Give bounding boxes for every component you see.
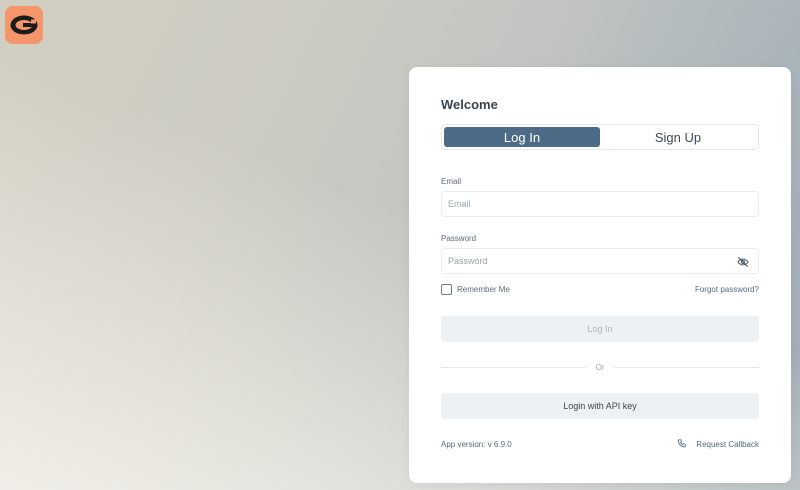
app-logo[interactable] (5, 6, 43, 44)
forgot-password-link[interactable]: Forgot password? (695, 285, 759, 294)
tab-log-in[interactable]: Log In (444, 127, 600, 147)
remember-me[interactable]: Remember Me (441, 284, 510, 295)
request-callback-link[interactable]: Request Callback (677, 439, 759, 449)
remember-me-checkbox[interactable] (441, 284, 452, 295)
password-label: Password (441, 234, 477, 243)
auth-tabs: Log In Sign Up (441, 124, 759, 150)
divider-line-left (441, 366, 586, 368)
email-field[interactable] (441, 191, 759, 217)
api-key-login-button[interactable]: Login with API key (441, 393, 759, 419)
request-callback-label: Request Callback (696, 439, 759, 449)
divider-line-right (614, 366, 760, 368)
card-title: Welcome (441, 97, 498, 112)
remember-me-label: Remember Me (457, 285, 510, 294)
brand-logo-icon (10, 15, 38, 35)
or-divider: Or (441, 362, 760, 372)
phone-icon (678, 439, 687, 448)
log-in-button[interactable]: Log In (441, 316, 759, 342)
app-version: App version: v 6.9.0 (441, 440, 512, 449)
tab-sign-up[interactable]: Sign Up (600, 127, 756, 147)
email-label: Email (441, 177, 462, 186)
divider-label: Or (595, 362, 605, 372)
password-field[interactable] (441, 248, 759, 274)
login-card: Welcome Log In Sign Up Email Password Re… (409, 67, 791, 483)
eye-off-icon[interactable] (737, 256, 749, 268)
